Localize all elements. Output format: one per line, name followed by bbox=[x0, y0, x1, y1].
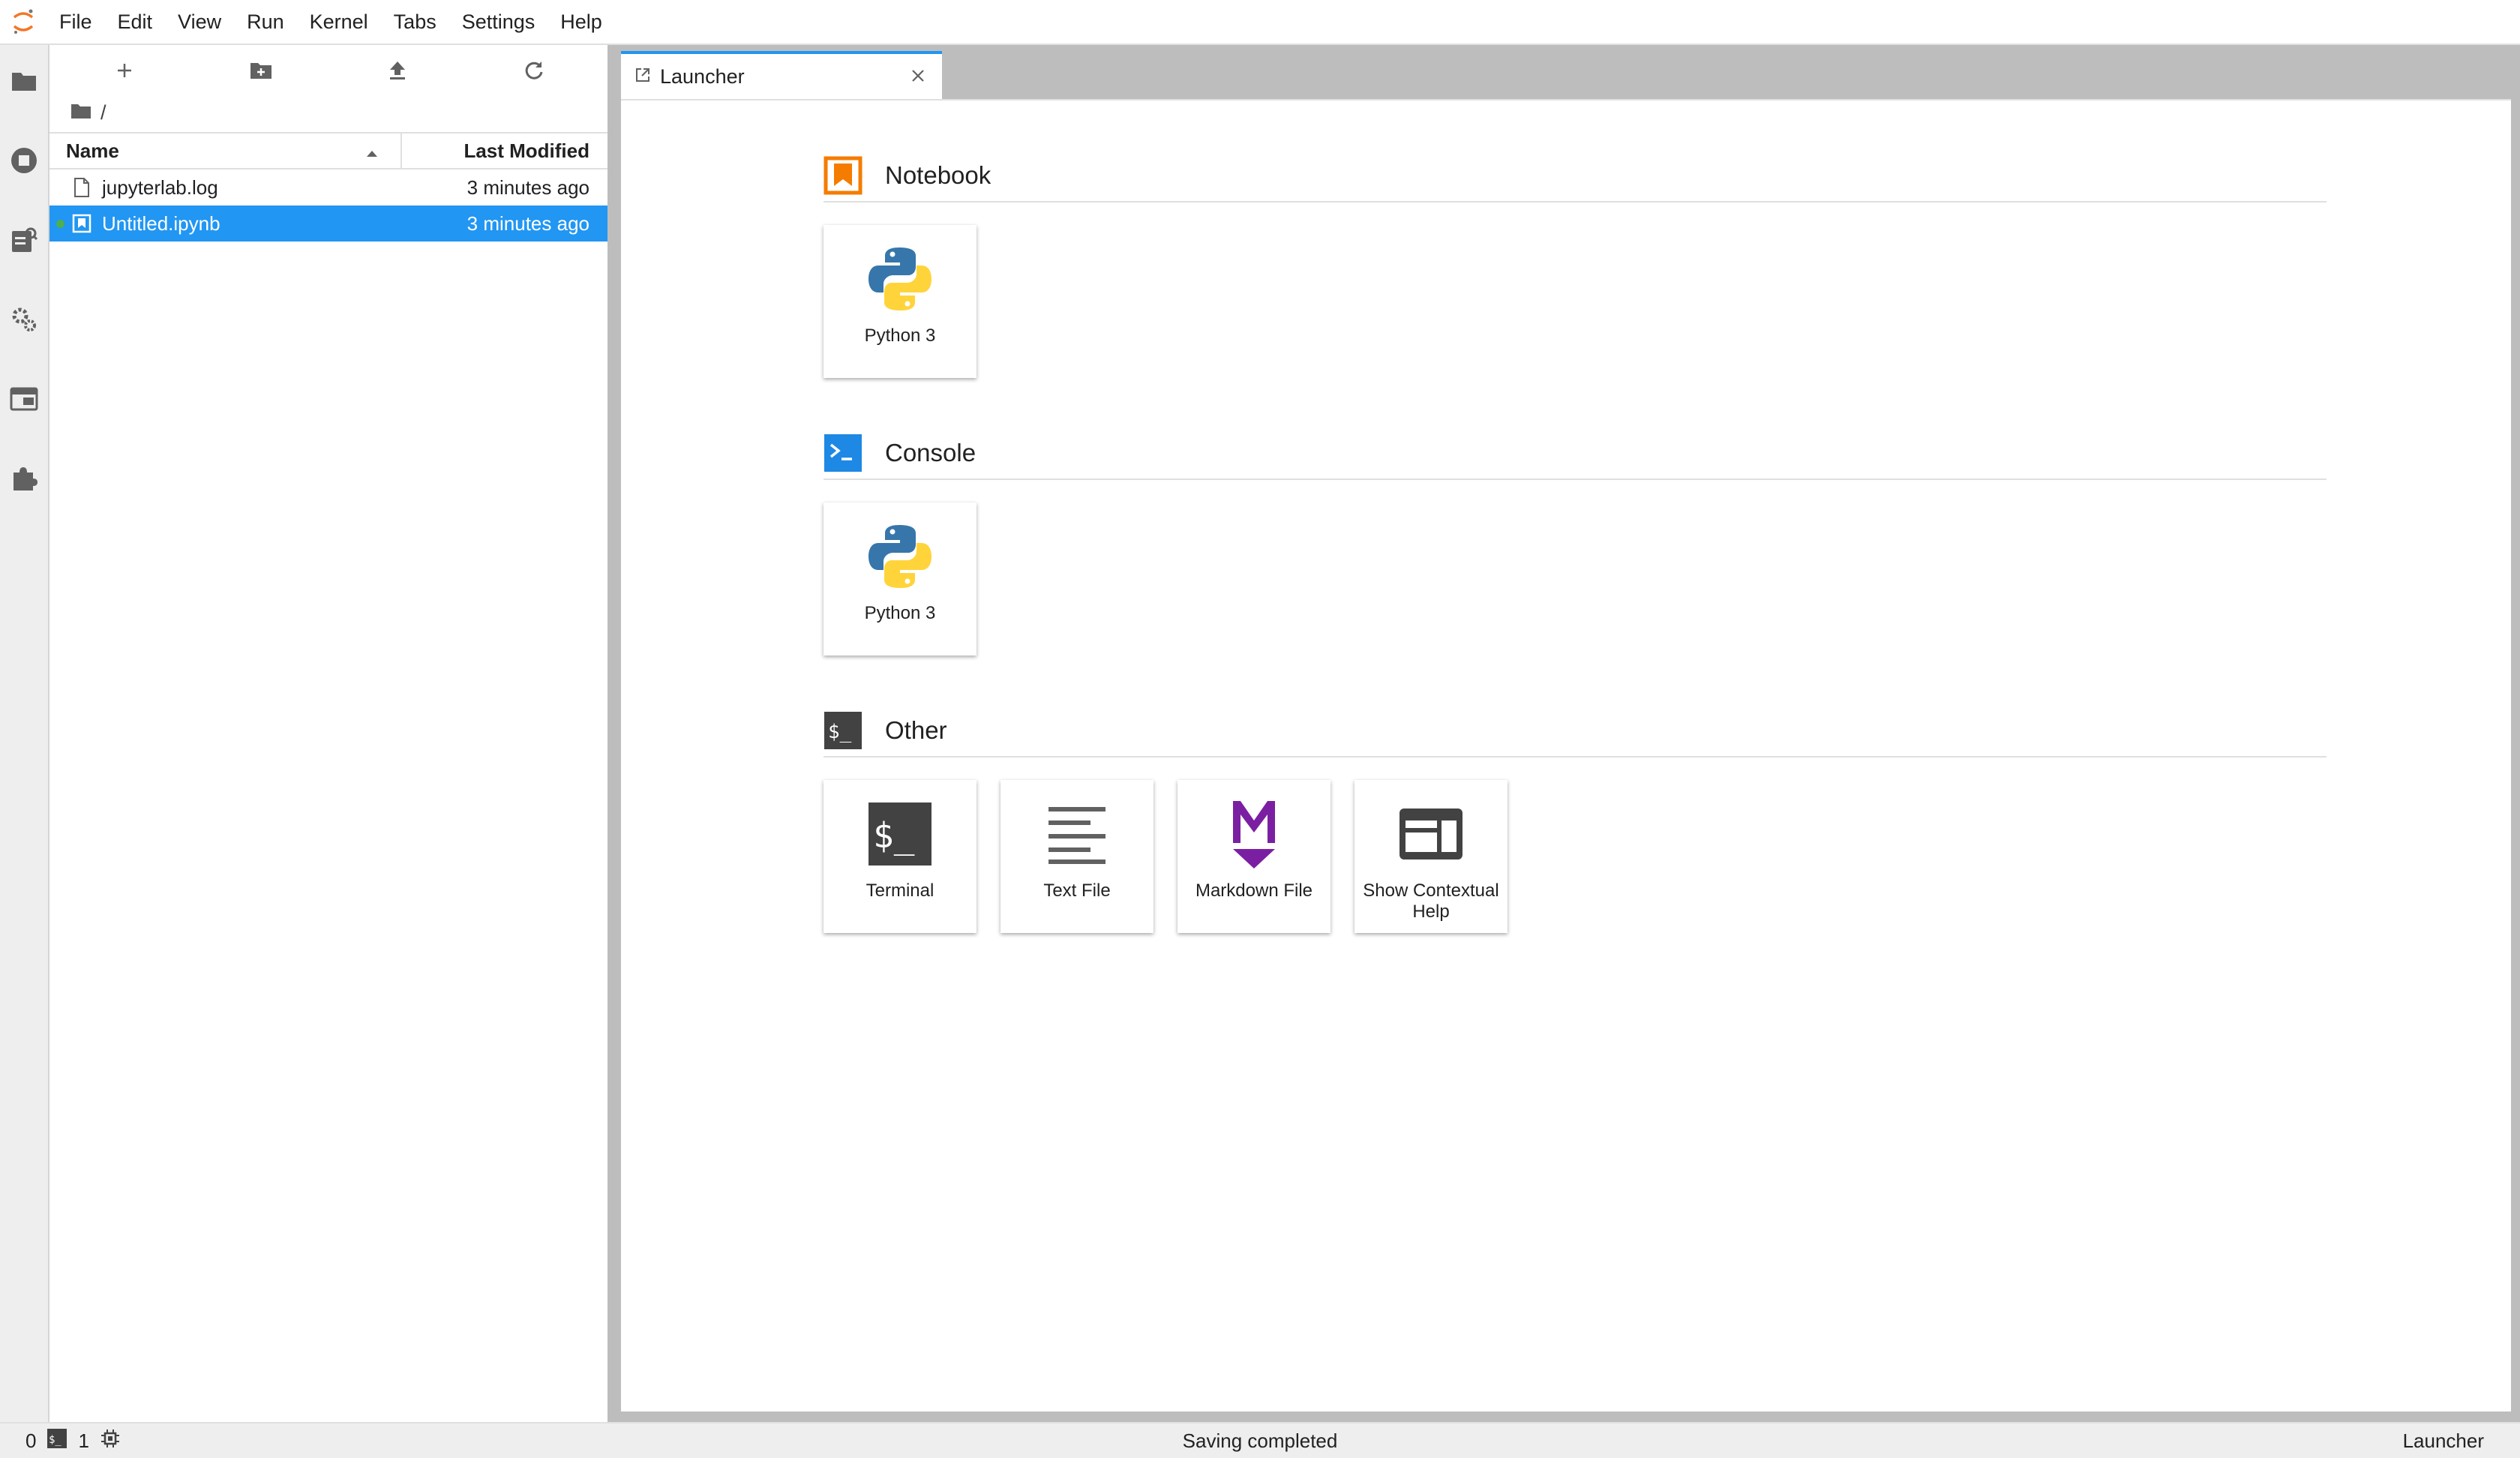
status-mode: Launcher bbox=[2402, 1429, 2484, 1452]
name-column-label: Name bbox=[66, 139, 119, 162]
svg-text:$_: $_ bbox=[828, 721, 852, 743]
panel-splitter[interactable] bbox=[608, 45, 618, 1422]
breadcrumb: / bbox=[50, 93, 608, 132]
kernel-count[interactable]: 1 bbox=[78, 1430, 88, 1453]
activity-bar bbox=[0, 45, 50, 1422]
menu-tabs[interactable]: Tabs bbox=[381, 0, 449, 44]
tab-label: Launcher bbox=[660, 64, 745, 88]
sort-ascending-icon bbox=[366, 140, 378, 163]
markdown-icon bbox=[1215, 795, 1293, 873]
file-name: Untitled.ipynb bbox=[102, 212, 220, 235]
menu-edit[interactable]: Edit bbox=[105, 0, 166, 44]
file-modified: 3 minutes ago bbox=[466, 176, 590, 199]
jupyter-logo-icon bbox=[0, 0, 46, 44]
menu-kernel[interactable]: Kernel bbox=[297, 0, 381, 44]
python-icon bbox=[861, 240, 939, 318]
extensions-icon[interactable] bbox=[9, 464, 39, 494]
new-launcher-button[interactable] bbox=[110, 56, 140, 86]
card-label: Text File bbox=[1043, 880, 1111, 901]
terminal-icon: $_ bbox=[861, 795, 939, 873]
menu-settings[interactable]: Settings bbox=[449, 0, 548, 44]
menu-run[interactable]: Run bbox=[234, 0, 297, 44]
tab-launcher[interactable]: Launcher bbox=[621, 51, 942, 99]
svg-text:$_: $_ bbox=[873, 815, 915, 856]
notebook-section: Notebook Python 3 bbox=[824, 154, 2326, 378]
property-inspector-icon[interactable] bbox=[9, 304, 39, 334]
console-icon bbox=[824, 434, 862, 472]
folder-icon[interactable] bbox=[9, 66, 39, 96]
card-label: Python 3 bbox=[864, 603, 936, 623]
file-row-jupyterlab-log[interactable]: jupyterlab.log 3 minutes ago bbox=[50, 170, 608, 206]
commands-icon[interactable] bbox=[9, 225, 39, 255]
tabs-icon[interactable] bbox=[9, 384, 39, 414]
card-label: Markdown File bbox=[1195, 880, 1313, 901]
running-icon[interactable] bbox=[9, 146, 39, 176]
refresh-button[interactable] bbox=[519, 56, 549, 86]
launcher-panel: Notebook Python 3 Console Python 3 $_ Ot… bbox=[621, 99, 2511, 1412]
section-title: Other bbox=[885, 716, 947, 744]
section-title: Notebook bbox=[885, 161, 992, 189]
launcher-card-python3-console[interactable]: Python 3 bbox=[824, 502, 976, 656]
modified-column-header[interactable]: Last Modified bbox=[402, 140, 608, 163]
file-modified: 3 minutes ago bbox=[466, 212, 590, 235]
file-browser: / Name Last Modified jupyterlab.log 3 mi… bbox=[50, 45, 608, 1422]
kernel-status-icon bbox=[100, 1428, 121, 1454]
other-section: $_ Other $_ Terminal Text File Markdown … bbox=[824, 710, 2326, 933]
name-column-header[interactable]: Name bbox=[50, 134, 402, 168]
launcher-card-markdown-file[interactable]: Markdown File bbox=[1178, 780, 1330, 933]
launcher-card-contextual-help[interactable]: Show Contextual Help bbox=[1354, 780, 1508, 933]
tab-bar: Launcher bbox=[618, 45, 2520, 99]
console-section: Console Python 3 bbox=[824, 432, 2326, 656]
new-folder-button[interactable] bbox=[246, 56, 276, 86]
menu-bar: File Edit View Run Kernel Tabs Settings … bbox=[0, 0, 2520, 45]
section-header: $_ Other bbox=[824, 710, 2326, 758]
section-header: Notebook bbox=[824, 154, 2326, 202]
notebook-file-icon bbox=[70, 212, 93, 235]
text-file-icon bbox=[1038, 795, 1116, 873]
svg-text:$_: $_ bbox=[49, 1434, 62, 1446]
file-name: jupyterlab.log bbox=[102, 176, 218, 199]
status-bar: 0 $_ 1 Saving completed Launcher bbox=[0, 1422, 2520, 1458]
folder-icon[interactable] bbox=[70, 101, 92, 124]
menu-file[interactable]: File bbox=[46, 0, 105, 44]
close-icon[interactable] bbox=[910, 65, 926, 88]
file-row-untitled-ipynb[interactable]: Untitled.ipynb 3 minutes ago bbox=[50, 206, 608, 242]
card-label: Show Contextual Help bbox=[1363, 880, 1499, 922]
upload-button[interactable] bbox=[382, 56, 412, 86]
launcher-card-text-file[interactable]: Text File bbox=[1000, 780, 1154, 933]
file-browser-toolbar bbox=[50, 45, 608, 93]
main-area: Launcher Notebook Python 3 Console Pytho… bbox=[618, 45, 2520, 1422]
terminal-status-icon: $_ bbox=[46, 1428, 68, 1454]
terminal-section-icon: $_ bbox=[824, 711, 862, 750]
section-header: Console bbox=[824, 432, 2326, 480]
status-message: Saving completed bbox=[1182, 1429, 1338, 1452]
card-list: Python 3 bbox=[824, 225, 2326, 378]
launcher-card-python3-notebook[interactable]: Python 3 bbox=[824, 225, 976, 378]
running-indicator bbox=[56, 220, 64, 228]
card-list: Python 3 bbox=[824, 502, 2326, 656]
menu-help[interactable]: Help bbox=[548, 0, 615, 44]
breadcrumb-root[interactable]: / bbox=[100, 101, 106, 124]
card-list: $_ Terminal Text File Markdown File Show… bbox=[824, 780, 2326, 933]
python-icon bbox=[861, 518, 939, 596]
launcher-tab-icon bbox=[634, 65, 651, 88]
notebook-icon bbox=[824, 156, 862, 195]
section-title: Console bbox=[885, 439, 976, 466]
contextual-help-icon bbox=[1392, 795, 1470, 873]
file-icon bbox=[70, 176, 93, 199]
file-list-header: Name Last Modified bbox=[50, 132, 608, 170]
menu-view[interactable]: View bbox=[165, 0, 234, 44]
card-label: Terminal bbox=[866, 880, 934, 901]
launcher-card-terminal[interactable]: $_ Terminal bbox=[824, 780, 976, 933]
terminal-count[interactable]: 0 bbox=[26, 1430, 36, 1453]
card-label: Python 3 bbox=[864, 326, 936, 346]
status-left: 0 $_ 1 bbox=[0, 1428, 121, 1454]
